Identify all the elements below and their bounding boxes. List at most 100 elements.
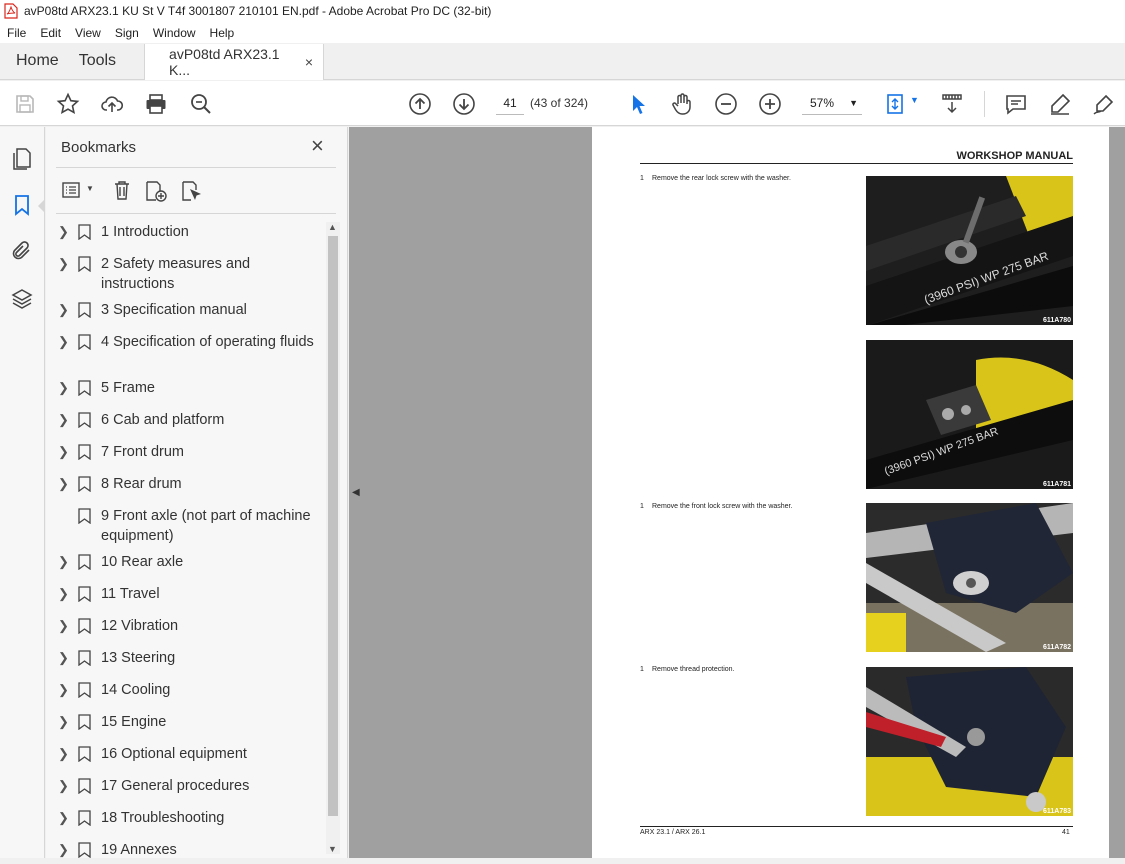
bookmark-item[interactable]: ❯ 17 General procedures: [56, 776, 326, 796]
page-number-input[interactable]: 41: [496, 91, 524, 115]
divider: [56, 213, 336, 214]
zoom-level-select[interactable]: 57% ▼: [802, 91, 862, 115]
chevron-right-icon[interactable]: ❯: [58, 300, 72, 320]
bookmark-item[interactable]: ❯ 18 Troubleshooting: [56, 808, 326, 828]
zoom-out-icon[interactable]: [714, 92, 738, 116]
options-dropdown-icon[interactable]: ▼: [86, 184, 94, 193]
bookmark-item[interactable]: ❯ 5 Frame: [56, 378, 326, 398]
chevron-right-icon[interactable]: ❯: [58, 712, 72, 732]
chevron-right-icon[interactable]: ❯: [58, 680, 72, 700]
layers-icon[interactable]: [10, 287, 34, 311]
bookmark-item[interactable]: ❯ 3 Specification manual: [56, 300, 326, 320]
menu-window[interactable]: Window: [146, 26, 203, 40]
bookmark-item[interactable]: ❯ 14 Cooling: [56, 680, 326, 700]
chevron-right-icon[interactable]: ❯: [58, 332, 72, 352]
select-cursor-icon[interactable]: [626, 92, 650, 116]
bookmark-icon[interactable]: [10, 193, 34, 217]
bookmark-item[interactable]: ❯ 6 Cab and platform: [56, 410, 326, 430]
chevron-right-icon[interactable]: ❯: [58, 648, 72, 668]
upload-cloud-icon[interactable]: [100, 92, 124, 116]
step-instruction: 1 Remove thread protection.: [640, 666, 735, 673]
chevron-right-icon[interactable]: ❯: [58, 552, 72, 572]
bookmark-item[interactable]: ❯ 13 Steering: [56, 648, 326, 668]
scroll-up-icon[interactable]: ▲: [328, 222, 337, 232]
chevron-right-icon[interactable]: ❯: [58, 442, 72, 462]
bookmark-item[interactable]: ❯ 19 Annexes: [56, 840, 326, 860]
hand-tool-icon[interactable]: [670, 92, 694, 116]
bookmark-item[interactable]: ❯ 10 Rear axle: [56, 552, 326, 572]
chevron-right-icon[interactable]: ❯: [58, 616, 72, 636]
fit-dropdown-icon[interactable]: ▼: [910, 95, 919, 105]
sign-pen-icon[interactable]: [1092, 92, 1116, 116]
chevron-right-icon[interactable]: ❯: [58, 378, 72, 398]
options-menu-icon[interactable]: [61, 179, 83, 201]
photo-caption: 611A782: [1042, 644, 1071, 651]
chevron-down-icon: ▼: [849, 98, 858, 108]
menu-help[interactable]: Help: [203, 26, 242, 40]
previous-page-icon[interactable]: [408, 92, 432, 116]
find-bookmark-icon[interactable]: [180, 179, 204, 203]
scroll-thumb[interactable]: [328, 236, 338, 816]
next-page-icon[interactable]: [452, 92, 476, 116]
chevron-right-icon[interactable]: ❯: [58, 808, 72, 828]
menu-view[interactable]: View: [68, 26, 108, 40]
menu-file[interactable]: File: [0, 26, 33, 40]
chevron-right-icon[interactable]: ❯: [58, 744, 72, 764]
window-title: avP08td ARX23.1 KU St V T4f 3001807 2101…: [24, 4, 492, 18]
new-bookmark-icon[interactable]: [144, 179, 168, 203]
bookmark-label: 19 Annexes: [101, 842, 177, 858]
step-number: 1: [640, 666, 644, 673]
delete-trash-icon[interactable]: [111, 179, 133, 201]
bookmark-item[interactable]: ❯ 11 Travel: [56, 584, 326, 604]
bookmark-item[interactable]: ❯ 12 Vibration: [56, 616, 326, 636]
bookmark-label: 11 Travel: [101, 586, 160, 602]
bookmark-flag-icon: [78, 618, 91, 635]
highlight-pen-icon[interactable]: [1048, 92, 1072, 116]
collapse-panel-icon[interactable]: ◀: [352, 487, 360, 498]
attachment-icon[interactable]: [10, 239, 34, 263]
scroll-down-icon[interactable]: ▼: [328, 844, 337, 854]
save-icon[interactable]: [13, 92, 37, 116]
menu-sign[interactable]: Sign: [108, 26, 146, 40]
chevron-right-icon[interactable]: ❯: [58, 474, 72, 494]
chevron-right-icon[interactable]: ❯: [58, 840, 72, 860]
bookmark-item[interactable]: ❯ 16 Optional equipment: [56, 744, 326, 764]
bookmark-label: 13 Steering: [101, 650, 176, 666]
photo-front-lock-screw: 611A782: [866, 503, 1073, 652]
header-rule: [640, 163, 1073, 164]
bookmark-flag-icon: [78, 842, 91, 859]
bookmark-item[interactable]: ❯ 4 Specification of operating fluids: [56, 332, 326, 352]
chevron-right-icon[interactable]: ❯: [58, 584, 72, 604]
bookmark-flag-icon: [78, 412, 91, 429]
tab-tools[interactable]: Tools: [75, 43, 132, 79]
scroll-mode-icon[interactable]: [940, 92, 964, 116]
zoom-in-icon[interactable]: [758, 92, 782, 116]
bookmark-flag-icon: [78, 586, 91, 603]
bookmark-flag-icon: [78, 682, 91, 699]
tab-home[interactable]: Home: [0, 43, 75, 79]
chevron-right-icon[interactable]: ❯: [58, 776, 72, 796]
step-text: Remove the rear lock screw with the wash…: [652, 175, 791, 182]
menu-edit[interactable]: Edit: [33, 26, 68, 40]
chevron-right-icon[interactable]: ❯: [58, 410, 72, 430]
print-icon[interactable]: [144, 92, 168, 116]
bookmark-item[interactable]: ❯ 7 Front drum: [56, 442, 326, 462]
comment-icon[interactable]: [1004, 92, 1028, 116]
star-icon[interactable]: [56, 92, 80, 116]
zoom-search-icon[interactable]: [189, 92, 213, 116]
close-icon[interactable]: ×: [311, 135, 324, 157]
page-thumbnails-icon[interactable]: [10, 147, 34, 171]
tab-document[interactable]: avP08td ARX23.1 K... ×: [144, 44, 325, 80]
divider: [56, 167, 336, 168]
bookmark-scrollbar[interactable]: ▲ ▼: [326, 222, 340, 854]
page-footer-model: ARX 23.1 / ARX 26.1: [640, 829, 706, 836]
bookmark-item[interactable]: ❯ 15 Engine: [56, 712, 326, 732]
chevron-right-icon[interactable]: ❯: [58, 222, 72, 242]
bookmark-item[interactable]: 9 Front axle (not part of machine equipm…: [56, 506, 326, 546]
tab-close-icon[interactable]: ×: [305, 54, 313, 70]
bookmark-item[interactable]: ❯ 8 Rear drum: [56, 474, 326, 494]
fit-page-icon[interactable]: [884, 92, 908, 116]
bookmark-item[interactable]: ❯ 1 Introduction: [56, 222, 326, 242]
bookmark-item[interactable]: ❯ 2 Safety measures and instructions: [56, 254, 326, 294]
chevron-right-icon[interactable]: ❯: [58, 254, 72, 274]
